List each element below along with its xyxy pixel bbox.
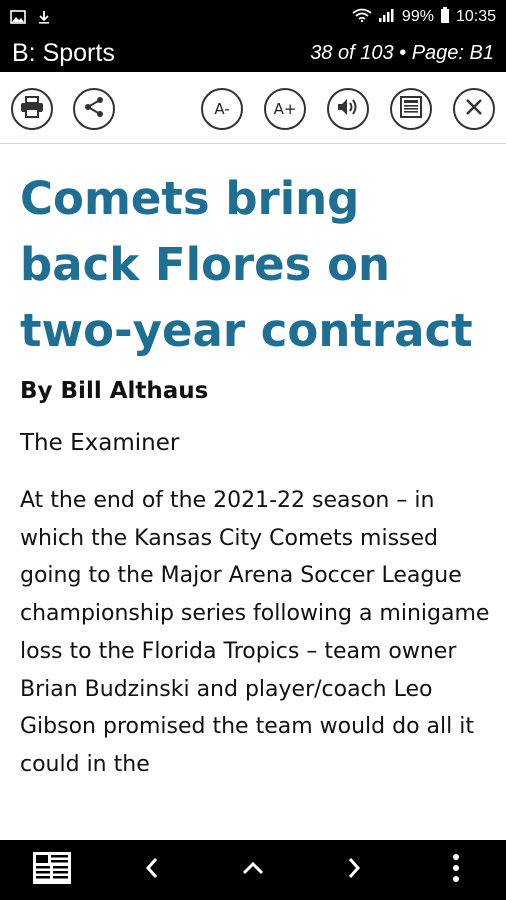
previous-article-button[interactable] bbox=[122, 840, 182, 900]
chevron-right-icon bbox=[346, 856, 362, 884]
more-options-button[interactable] bbox=[426, 840, 486, 900]
chevron-left-icon bbox=[144, 856, 160, 884]
close-icon bbox=[464, 97, 484, 121]
font-decrease-label: A- bbox=[214, 100, 230, 118]
share-icon bbox=[83, 96, 105, 122]
battery-icon bbox=[440, 6, 450, 28]
page-view-button[interactable] bbox=[390, 88, 432, 130]
scroll-top-button[interactable] bbox=[223, 840, 283, 900]
speaker-icon bbox=[336, 97, 360, 121]
font-decrease-button[interactable]: A- bbox=[201, 88, 243, 130]
share-button[interactable] bbox=[73, 88, 115, 130]
newspaper-button[interactable] bbox=[22, 840, 82, 900]
font-increase-button[interactable]: A+ bbox=[264, 88, 306, 130]
font-increase-label: A+ bbox=[273, 100, 297, 118]
page-info: 38 of 103 • Page: B1 bbox=[310, 41, 494, 64]
title-bar: B: Sports 38 of 103 • Page: B1 bbox=[0, 34, 506, 72]
more-vertical-icon bbox=[452, 853, 460, 887]
image-icon bbox=[10, 10, 26, 24]
article-headline: Comets bring back Flores on two-year con… bbox=[20, 172, 473, 357]
speaker-button[interactable] bbox=[327, 88, 369, 130]
print-icon bbox=[20, 96, 44, 122]
download-icon bbox=[36, 10, 52, 24]
page-view-icon bbox=[400, 96, 422, 122]
newspaper-icon bbox=[32, 851, 72, 889]
battery-percent: 99% bbox=[401, 8, 434, 25]
status-bar-left bbox=[10, 10, 52, 24]
status-bar-right: 99% 10:35 bbox=[352, 6, 496, 28]
article-body: Comets bring back Flores on two-year con… bbox=[20, 150, 494, 840]
article-byline: By Bill Althaus bbox=[20, 378, 209, 404]
signal-icon bbox=[378, 8, 396, 27]
bottom-navigation-bar bbox=[0, 840, 506, 900]
clock: 10:35 bbox=[455, 8, 496, 25]
wifi-icon bbox=[352, 8, 372, 27]
toolbar: A- A+ bbox=[0, 72, 506, 144]
status-bar: 99% 10:35 bbox=[0, 0, 506, 34]
print-button[interactable] bbox=[11, 88, 53, 130]
article-source: The Examiner bbox=[20, 430, 180, 456]
article-paragraph: At the end of the 2021-22 season – in wh… bbox=[20, 488, 490, 777]
section-title: B: Sports bbox=[12, 38, 115, 67]
close-button[interactable] bbox=[453, 88, 495, 130]
next-article-button[interactable] bbox=[324, 840, 384, 900]
chevron-up-icon bbox=[241, 860, 265, 880]
